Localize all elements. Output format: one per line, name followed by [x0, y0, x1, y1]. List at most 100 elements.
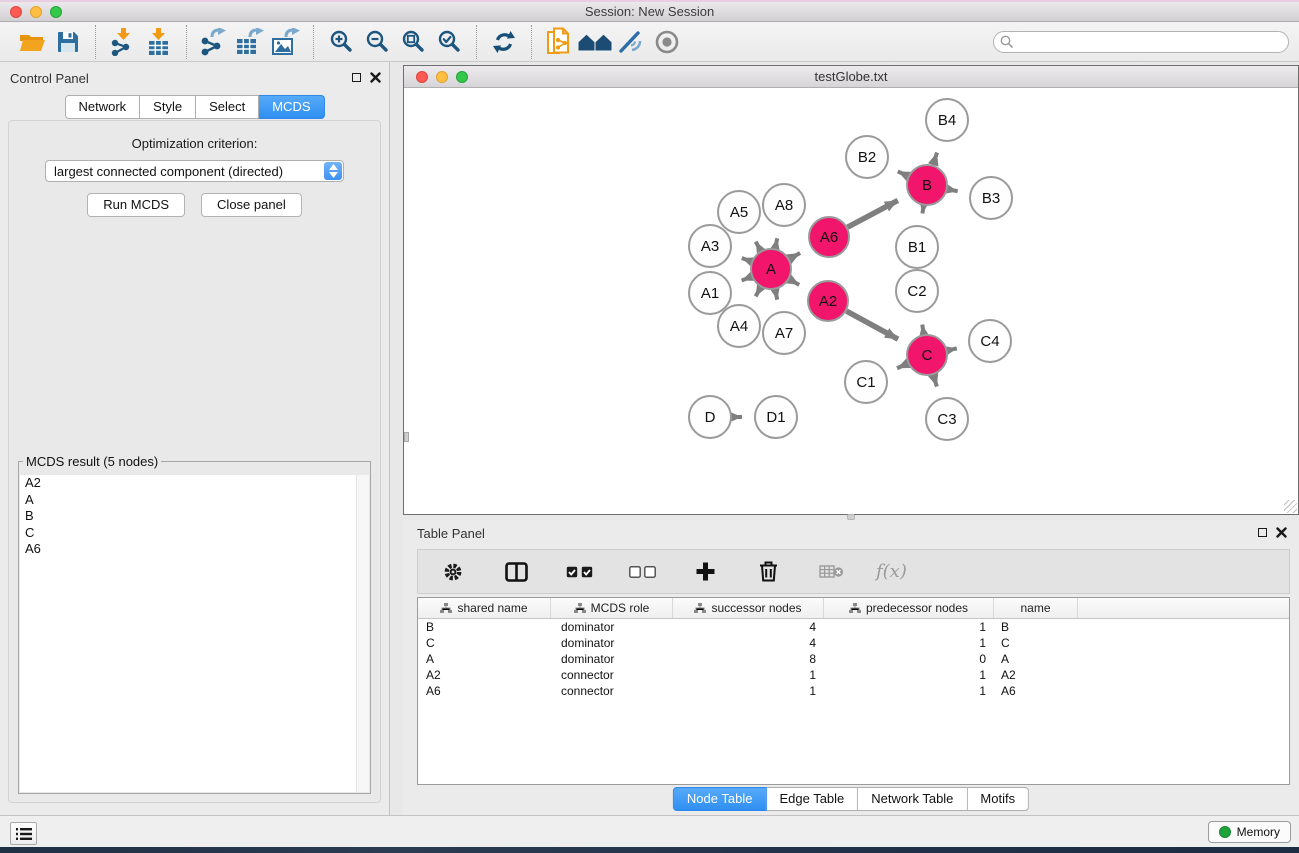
graph-node-A2[interactable]: A2 [808, 281, 848, 321]
tab-style[interactable]: Style [140, 95, 196, 119]
graph-node-D1[interactable]: D1 [755, 396, 797, 438]
graph-node-A4[interactable]: A4 [718, 305, 760, 347]
graph-edge-A-A1[interactable] [742, 277, 752, 281]
graph-edge-A-A3[interactable] [742, 258, 752, 262]
network-from-file-button[interactable] [541, 24, 577, 60]
import-table-button[interactable] [141, 24, 177, 60]
tab-network[interactable]: Network [64, 95, 140, 119]
graph-edge-A-A4[interactable] [756, 287, 761, 296]
task-history-button[interactable] [10, 822, 37, 845]
home-button[interactable] [577, 24, 613, 60]
table-row[interactable]: Bdominator41B [418, 619, 1289, 635]
graph-node-A5[interactable]: A5 [718, 191, 760, 233]
graph-node-B2[interactable]: B2 [846, 136, 888, 178]
function-builder-button[interactable]: f(x) [876, 561, 907, 582]
graph-node-B4[interactable]: B4 [926, 99, 968, 141]
export-network-button[interactable] [196, 24, 232, 60]
graph-node-B1[interactable]: B1 [896, 226, 938, 268]
tab-edge-table[interactable]: Edge Table [766, 787, 858, 811]
export-table-button[interactable] [232, 24, 268, 60]
graph-edge-A-A7[interactable] [775, 290, 777, 300]
save-session-button[interactable] [50, 24, 86, 60]
add-column-button[interactable] [687, 554, 723, 590]
tab-network-table[interactable]: Network Table [858, 787, 967, 811]
graph-edge-B-B4[interactable] [933, 152, 937, 164]
delete-column-button[interactable] [750, 554, 786, 590]
column-header-successor-nodes[interactable]: successor nodes [673, 598, 824, 618]
table-row[interactable]: Cdominator41C [418, 635, 1289, 651]
graph-edge-B-B2[interactable] [898, 171, 908, 176]
result-item[interactable]: B [20, 508, 369, 525]
graph-node-C4[interactable]: C4 [969, 320, 1011, 362]
zoom-out-button[interactable] [359, 24, 395, 60]
graph-node-B3[interactable]: B3 [970, 177, 1012, 219]
search-input[interactable] [993, 31, 1289, 53]
refresh-button[interactable] [486, 24, 522, 60]
split-columns-button[interactable] [498, 554, 534, 590]
graph-edge-C-C4[interactable] [947, 348, 956, 350]
zoom-in-button[interactable] [323, 24, 359, 60]
graph-node-A1[interactable]: A1 [689, 272, 731, 314]
close-panel-button[interactable]: Close panel [201, 193, 302, 217]
graph-node-A[interactable]: A [751, 249, 791, 289]
hide-graphics-details-button[interactable] [613, 24, 649, 60]
graph-node-B[interactable]: B [907, 165, 947, 205]
result-item[interactable]: A6 [20, 541, 369, 558]
tab-motifs[interactable]: Motifs [967, 787, 1029, 811]
graph-edge-C-C1[interactable] [897, 363, 908, 368]
canvas-handle[interactable] [404, 432, 409, 442]
delete-table-button[interactable] [813, 554, 849, 590]
graph-edge-A-A2[interactable] [789, 279, 799, 285]
tab-mcds[interactable]: MCDS [259, 95, 324, 119]
graph-edge-A-A5[interactable] [756, 242, 761, 251]
table-row[interactable]: A2connector11A2 [418, 667, 1289, 683]
result-scrollbar[interactable] [356, 475, 369, 792]
graph-edge-A6-B[interactable] [848, 200, 898, 227]
graph-node-C[interactable]: C [907, 335, 947, 375]
column-header-name[interactable]: name [994, 598, 1078, 618]
criterion-select[interactable]: largest connected component (directed) [45, 160, 344, 182]
column-header-shared-name[interactable]: shared name [418, 598, 551, 618]
mcds-result-list[interactable]: A2 A B C A6 [20, 475, 369, 792]
graph-node-A7[interactable]: A7 [763, 312, 805, 354]
graph-node-D[interactable]: D [689, 396, 731, 438]
graph-edge-B-B1[interactable] [922, 206, 923, 214]
graph-edge-C-C3[interactable] [933, 375, 937, 387]
tab-select[interactable]: Select [196, 95, 259, 119]
float-panel-icon[interactable] [352, 73, 361, 82]
graph-edge-A2-C[interactable] [846, 311, 898, 339]
graph-node-C3[interactable]: C3 [926, 398, 968, 440]
export-image-button[interactable] [268, 24, 304, 60]
graph-node-A3[interactable]: A3 [689, 225, 731, 267]
result-item[interactable]: C [20, 525, 369, 542]
close-panel-icon[interactable] [1276, 527, 1287, 538]
graph-node-C1[interactable]: C1 [845, 361, 887, 403]
table-row[interactable]: Adominator80A [418, 651, 1289, 667]
run-mcds-button[interactable]: Run MCDS [87, 193, 185, 217]
graph-node-A8[interactable]: A8 [763, 184, 805, 226]
result-item[interactable]: A [20, 492, 369, 509]
graph-edge-A-A6[interactable] [789, 253, 800, 259]
network-canvas[interactable]: A A1 A2 A3 A4 A5 A6 A7 A8 B B1 B2 B3B4 C C1 C2 C3C4 D D1 [404, 88, 1298, 514]
table-row[interactable]: A6connector11A6 [418, 683, 1289, 699]
open-session-button[interactable] [14, 24, 50, 60]
column-header-predecessor-nodes[interactable]: predecessor nodes [824, 598, 994, 618]
zoom-fit-button[interactable] [395, 24, 431, 60]
result-item[interactable]: A2 [20, 475, 369, 492]
select-all-columns-button[interactable] [561, 554, 597, 590]
close-panel-icon[interactable] [370, 72, 381, 83]
table-settings-button[interactable] [435, 554, 471, 590]
column-header-mcds-role[interactable]: MCDS role [551, 598, 673, 618]
import-network-button[interactable] [105, 24, 141, 60]
graph-edge-B-B3[interactable] [948, 189, 958, 191]
graph-node-C2[interactable]: C2 [896, 270, 938, 312]
graph-node-A6[interactable]: A6 [809, 217, 849, 257]
show-details-button[interactable] [649, 24, 685, 60]
memory-button[interactable]: Memory [1208, 821, 1291, 843]
zoom-selected-button[interactable] [431, 24, 467, 60]
float-panel-icon[interactable] [1258, 528, 1267, 537]
tab-node-table[interactable]: Node Table [673, 787, 767, 811]
resize-grip[interactable] [1284, 500, 1297, 513]
graph-edge-A-A8[interactable] [775, 238, 777, 248]
deselect-all-columns-button[interactable] [624, 554, 660, 590]
